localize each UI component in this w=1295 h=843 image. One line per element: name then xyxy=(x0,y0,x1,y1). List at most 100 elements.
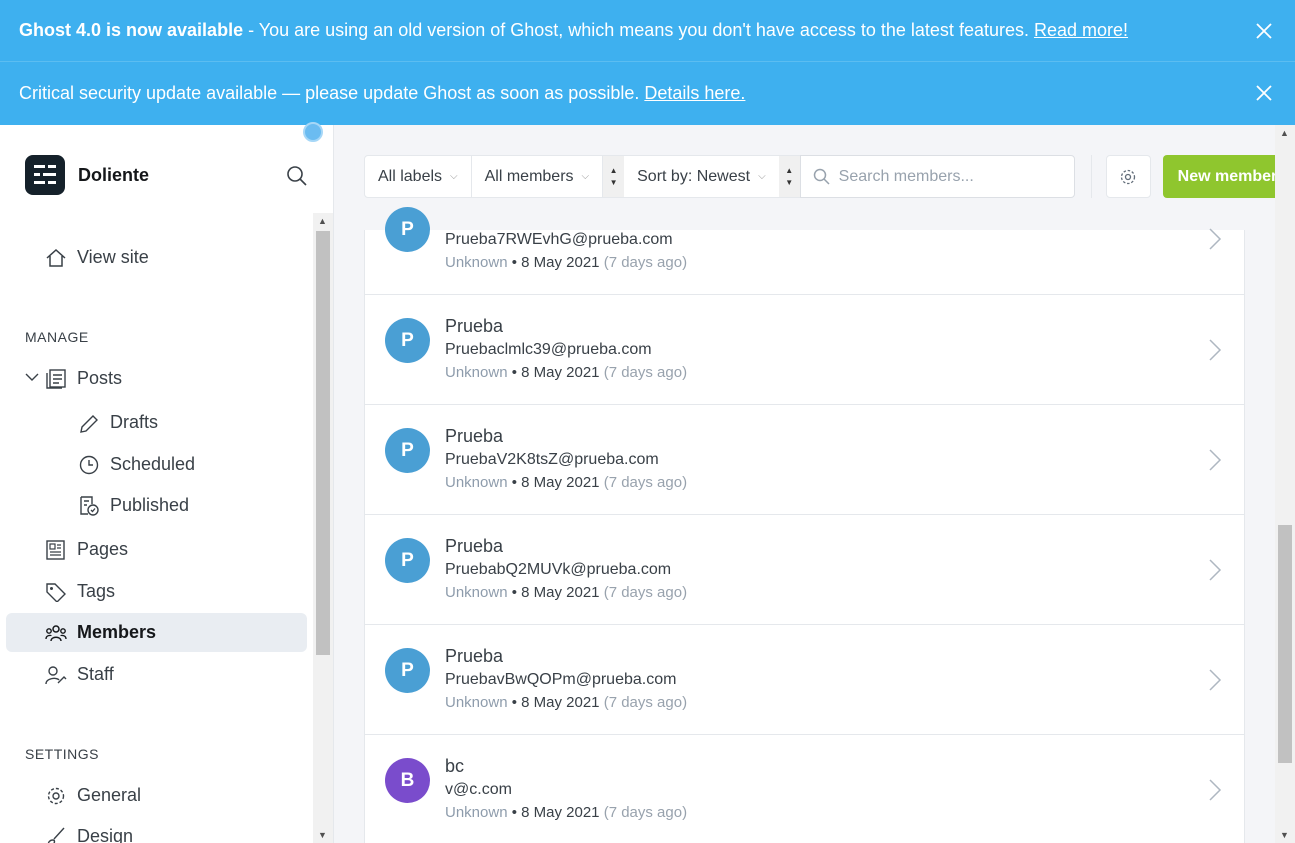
close-icon[interactable] xyxy=(1255,22,1273,40)
list-item[interactable]: P Prueba Pruebaclmlc39@prueba.com Unknow… xyxy=(365,295,1244,405)
sidebar-item-design[interactable]: Design xyxy=(45,826,133,843)
avatar: P xyxy=(385,648,430,693)
main-content: All labels ⌵ All members ⌵ ▲ ▼ Sort by: New… xyxy=(334,125,1295,843)
scroll-down-icon[interactable]: ▼ xyxy=(1280,830,1289,840)
avatar: P xyxy=(385,318,430,363)
list-item[interactable]: P Prueba PruebaV2K8tsZ@prueba.com Unknow… xyxy=(365,405,1244,515)
avatar: P xyxy=(385,207,430,252)
sort-stepper[interactable]: ▲ ▼ xyxy=(778,155,800,198)
scroll-up-icon[interactable]: ▲ xyxy=(1280,128,1289,138)
member-source: Unknown xyxy=(445,694,508,711)
stepper-up-icon[interactable]: ▲ xyxy=(785,165,793,177)
member-email: v@c.com xyxy=(445,781,512,798)
sidebar-scrollbar[interactable]: ▲ ▼ xyxy=(313,213,333,843)
brush-icon xyxy=(47,827,65,843)
view-site-link[interactable]: View site xyxy=(45,247,149,268)
brand[interactable]: Doliente xyxy=(25,155,149,195)
sort-select[interactable]: Sort by: Newest ⌵ xyxy=(624,155,779,198)
gear-icon xyxy=(1121,169,1136,184)
sidebar-item-label: Members xyxy=(77,622,157,642)
clock-icon xyxy=(79,455,99,474)
new-member-button[interactable]: New member xyxy=(1162,155,1283,198)
member-meta: Unknown • 8 May 2021 (7 days ago) xyxy=(445,804,687,821)
member-date: 8 May 2021 xyxy=(521,584,600,601)
meta-separator: • xyxy=(507,584,522,601)
meta-separator: • xyxy=(507,254,522,271)
member-name: Prueba xyxy=(445,646,504,666)
member-date: 8 May 2021 xyxy=(521,364,600,381)
members-settings-button[interactable] xyxy=(1105,155,1151,198)
chevron-down-icon[interactable] xyxy=(25,372,39,382)
chevron-right-icon xyxy=(1209,779,1222,801)
list-item[interactable]: P Prueba7RWEvhG@prueba.com Unknown • 8 M… xyxy=(365,207,1244,295)
scroll-up-icon[interactable]: ▲ xyxy=(318,216,327,226)
stepper-up-icon[interactable]: ▲ xyxy=(610,165,618,177)
chevron-down-icon: ⌵ xyxy=(581,171,590,182)
toolbar-divider xyxy=(1090,155,1092,198)
sidebar-item-label: Scheduled xyxy=(110,454,196,474)
avatar: P xyxy=(385,538,430,583)
member-name: Prueba xyxy=(445,536,504,556)
chevron-right-icon xyxy=(1209,669,1222,691)
tag-icon xyxy=(46,582,66,602)
sidebar-item-members[interactable]: Members xyxy=(45,622,156,643)
scrollbar-thumb[interactable] xyxy=(316,231,330,655)
view-site-label: View site xyxy=(77,247,149,267)
member-relative-date: (7 days ago) xyxy=(603,584,688,601)
avatar: P xyxy=(385,428,430,473)
staff-icon xyxy=(45,665,67,684)
list-item[interactable]: P Prueba PruebabQ2MUVk@prueba.com Unknow… xyxy=(365,515,1244,625)
sidebar: Doliente View site MANAGE Posts Drafts S… xyxy=(0,125,334,843)
search-members[interactable] xyxy=(799,155,1075,198)
sidebar-item-tags[interactable]: Tags xyxy=(45,581,115,602)
members-icon xyxy=(45,624,67,641)
member-relative-date: (7 days ago) xyxy=(603,254,688,271)
sidebar-item-pages[interactable]: Pages xyxy=(45,539,128,560)
read-more-link[interactable]: Read more! xyxy=(1034,20,1128,40)
members-filter[interactable]: All members ⌵ xyxy=(471,155,604,198)
published-icon xyxy=(80,495,99,516)
chevron-right-icon xyxy=(1209,559,1222,581)
sidebar-item-published[interactable]: Published xyxy=(78,495,189,516)
stepper-down-icon[interactable]: ▼ xyxy=(610,177,618,189)
sidebar-item-label: Tags xyxy=(77,581,116,601)
details-link[interactable]: Details here. xyxy=(644,83,745,103)
pages-icon xyxy=(46,539,65,560)
site-name: Doliente xyxy=(78,164,150,185)
member-date: 8 May 2021 xyxy=(521,474,600,491)
update-banner-text: Ghost 4.0 is now available - You are usi… xyxy=(19,20,1128,41)
labels-filter[interactable]: All labels ⌵ xyxy=(364,155,472,198)
sidebar-item-posts[interactable]: Posts xyxy=(45,368,122,389)
close-icon[interactable] xyxy=(1255,84,1273,102)
meta-separator: • xyxy=(507,474,522,491)
scrollbar-thumb[interactable] xyxy=(1278,525,1292,763)
member-name: Prueba xyxy=(445,316,504,336)
scroll-down-icon[interactable]: ▼ xyxy=(318,830,327,840)
member-meta: Unknown • 8 May 2021 (7 days ago) xyxy=(445,254,687,271)
member-meta: Unknown • 8 May 2021 (7 days ago) xyxy=(445,584,687,601)
sidebar-item-drafts[interactable]: Drafts xyxy=(78,412,158,433)
chevron-right-icon xyxy=(1209,449,1222,471)
sidebar-item-staff[interactable]: Staff xyxy=(45,664,114,685)
gear-icon xyxy=(47,787,65,804)
sidebar-item-scheduled[interactable]: Scheduled xyxy=(78,454,195,475)
search-icon[interactable] xyxy=(286,165,308,187)
update-banner-message: - You are using an old version of Ghost,… xyxy=(243,20,1034,40)
list-item[interactable]: P Prueba PruebavBwQOPm@prueba.com Unknow… xyxy=(365,625,1244,735)
stepper-down-icon[interactable]: ▼ xyxy=(785,177,793,189)
settings-section-label: SETTINGS xyxy=(25,746,100,762)
site-logo xyxy=(25,155,65,195)
chevron-right-icon xyxy=(1209,228,1222,250)
main-scrollbar[interactable]: ▲ ▼ xyxy=(1275,125,1295,843)
member-source: Unknown xyxy=(445,254,508,271)
members-filter-stepper[interactable]: ▲ ▼ xyxy=(603,155,625,198)
member-email: Pruebaclmlc39@prueba.com xyxy=(445,341,652,358)
posts-icon xyxy=(46,368,66,389)
search-input[interactable] xyxy=(838,167,1059,186)
meta-separator: • xyxy=(507,804,522,821)
meta-separator: • xyxy=(507,364,522,381)
notification-dot xyxy=(303,122,323,142)
sidebar-item-general[interactable]: General xyxy=(45,785,141,806)
member-name: bc xyxy=(445,756,465,776)
list-item[interactable]: B bc v@c.com Unknown • 8 May 2021 (7 day… xyxy=(365,735,1244,843)
